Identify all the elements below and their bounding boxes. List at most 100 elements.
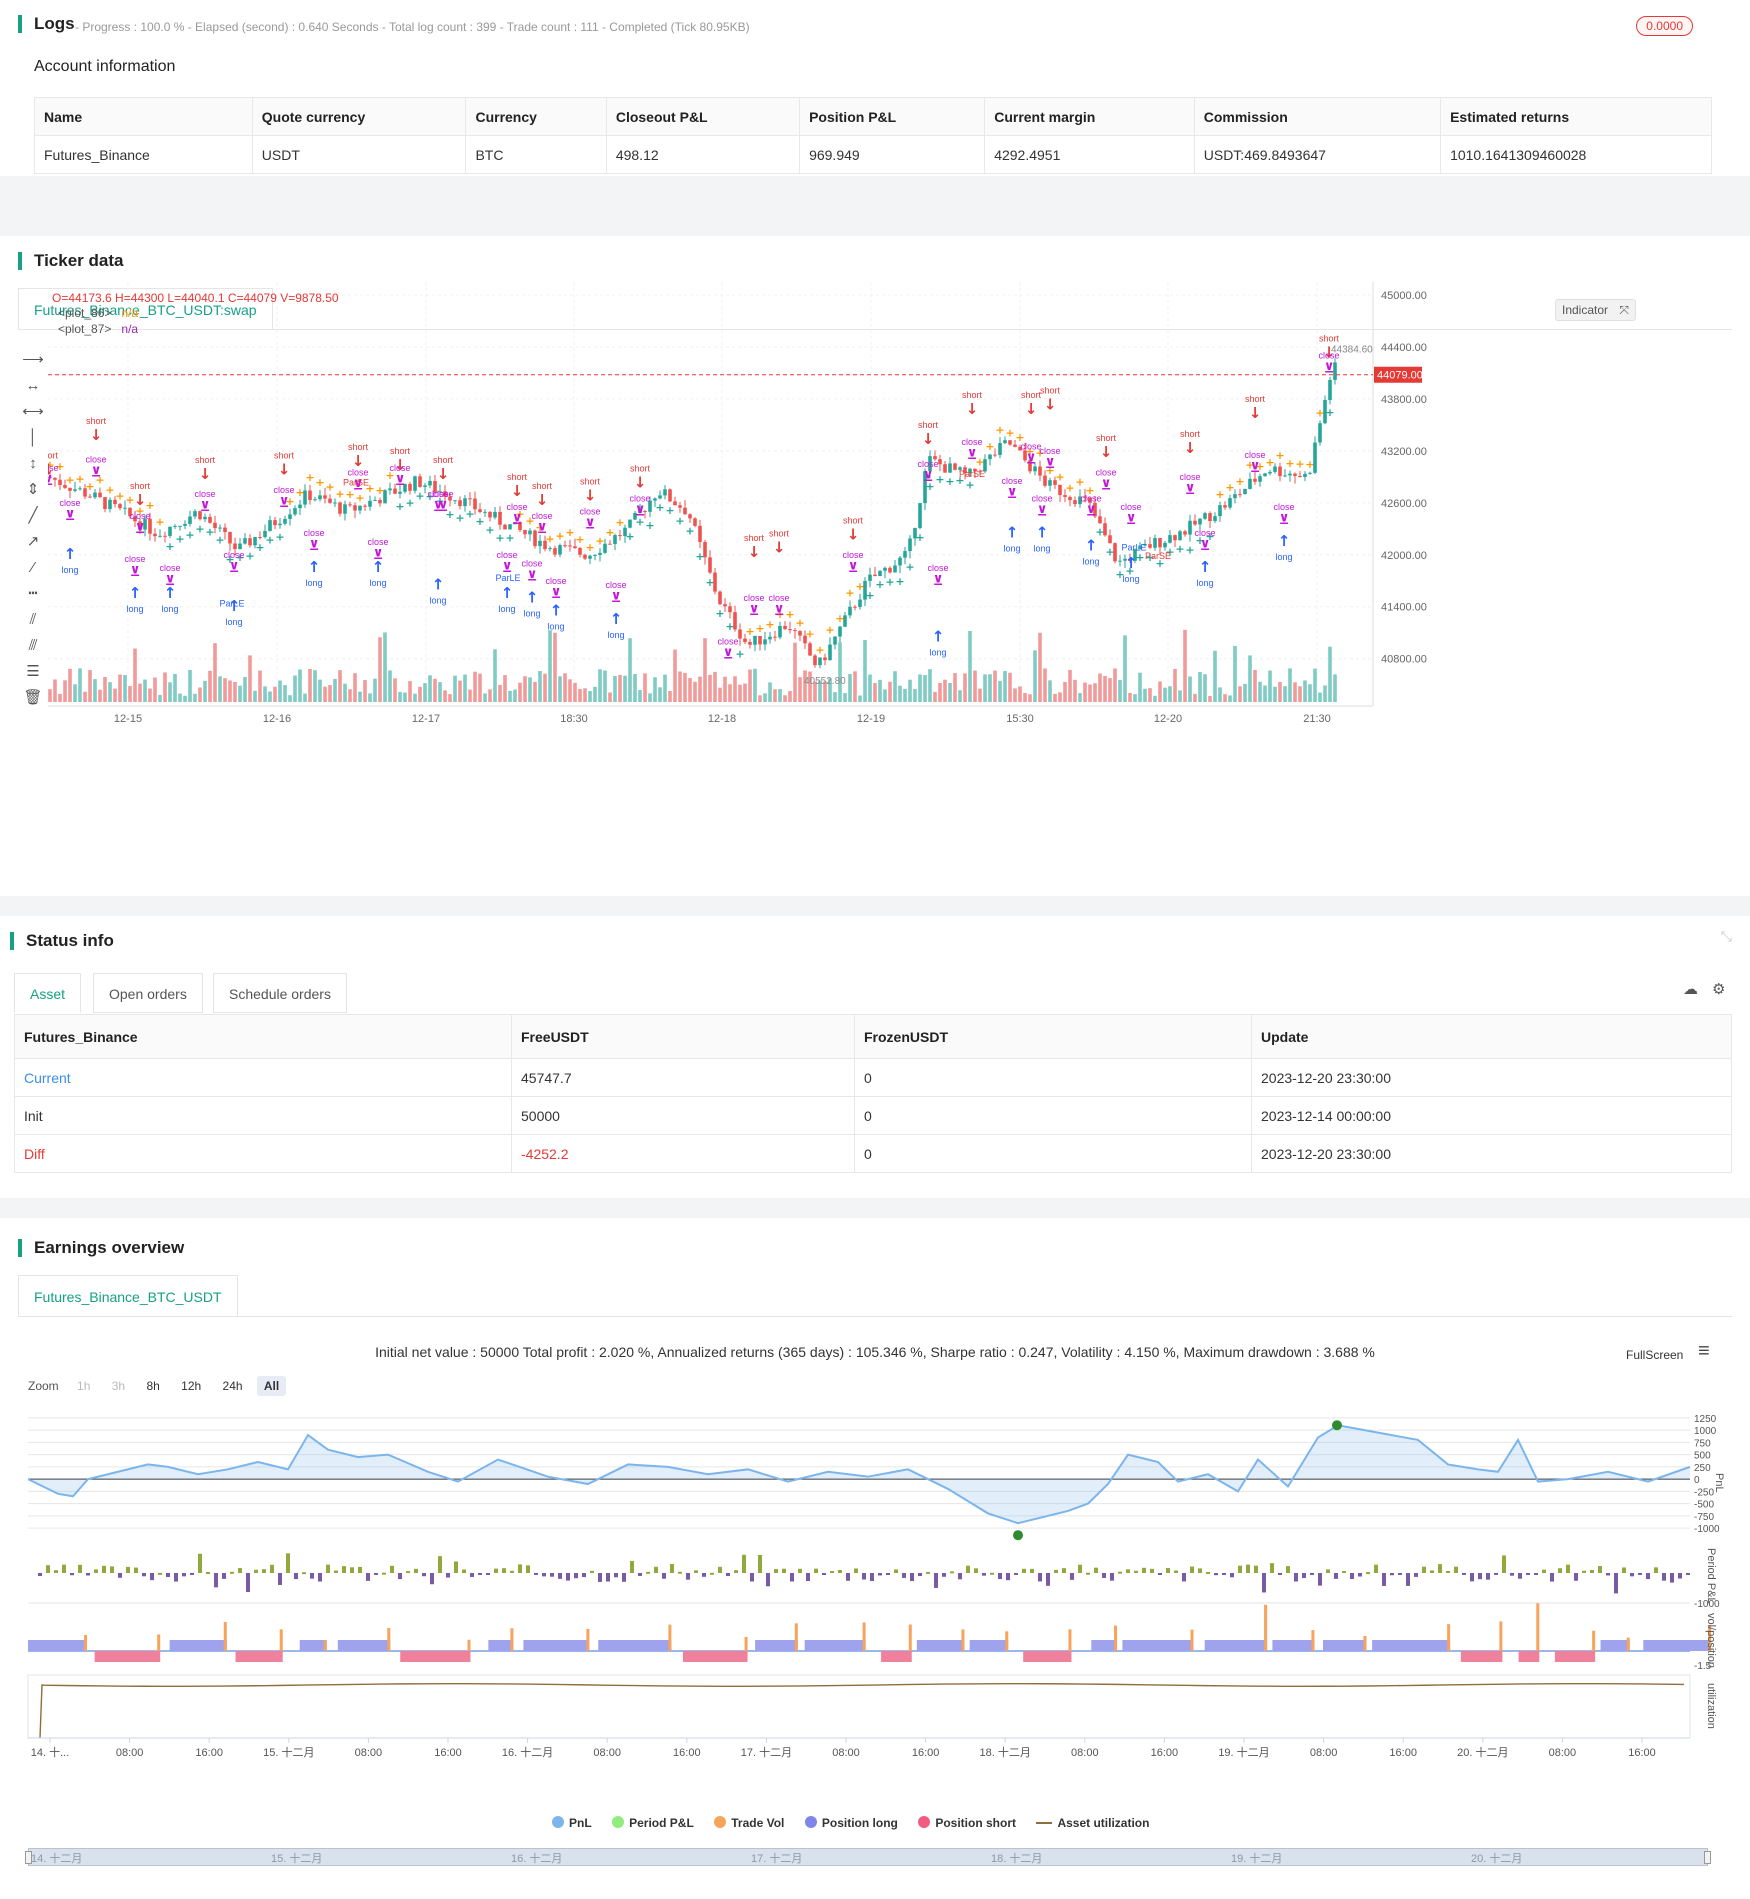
horizontal-ray-icon[interactable]: ⟶ [22,348,44,370]
settings-gear-icon[interactable]: ⚙ [1712,980,1725,998]
volume-bar [983,674,987,702]
long-arrow-icon: ↑ [932,627,945,645]
candle-body [573,546,577,548]
collapse-icon[interactable]: ⤡ [1721,928,1732,945]
sar-marker: + [995,423,1004,436]
candle-body [1313,442,1317,473]
legend-trade-vol[interactable]: Trade Vol [714,1816,784,1830]
zoom-1h-button[interactable]: 1h [70,1376,97,1396]
pnl-tick-label: 500 [1694,1451,1711,1462]
navigator-right-handle[interactable] [1704,1851,1711,1864]
candle-body [1253,478,1257,482]
volume-bar [383,632,387,702]
period-pnl-bar [582,1573,586,1578]
price-tick-label: 45000.00 [1381,290,1427,302]
period-pnl-bar [230,1571,234,1574]
volume-bar [878,679,882,702]
indicator-button[interactable]: Indicator ⤧ [1555,299,1636,321]
tab-asset[interactable]: Asset [14,973,82,1013]
volume-bar [468,689,472,702]
time-tick-label: 16:00 [673,1747,701,1759]
zoom-all-button[interactable]: All [256,1376,287,1396]
parse-signal-label: ParSE [1145,551,1171,561]
legend-position-short[interactable]: Position short [918,1816,1016,1830]
tab-earnings-symbol[interactable]: Futures_Binance_BTC_USDT [18,1275,238,1317]
vertical-ray-icon[interactable]: ↕ [22,452,44,474]
candlestick-chart[interactable]: 45000.00 44400.00 43800.00 43200.00 42600.00… [48,282,1738,752]
vertical-segment-icon[interactable]: ⇕ [22,478,44,500]
period-pnl-bar [1510,1573,1514,1576]
parallel-channel-icon[interactable]: ⫽ [22,608,44,630]
candle-body [723,604,727,607]
trade-vol-bar [961,1629,965,1651]
period-pnl-bar [494,1568,498,1573]
menu-icon[interactable]: ≡ [1698,1340,1710,1363]
short-arrow-icon: ↓ [511,482,524,500]
cloud-download-icon[interactable]: ☁ [1683,980,1698,998]
volume-bar [508,690,512,702]
zoom-3h-button[interactable]: 3h [105,1376,132,1396]
legend-pnl[interactable]: PnL [552,1816,592,1830]
period-pnl-bar [1086,1572,1090,1575]
period-pnl-bar [326,1564,330,1573]
candle-body [1158,538,1162,548]
sar-marker: + [105,483,114,496]
long-signal-label: long [1082,556,1099,566]
horizontal-line-icon[interactable]: ↔ [22,374,44,396]
trade-vol-bar [1068,1629,1072,1651]
volume-bar [843,693,847,702]
zoom-12h-button[interactable]: 12h [174,1376,208,1396]
asset-header: FreeUSDT [511,1014,855,1059]
volume-bar [908,679,912,702]
candle-body [453,500,457,502]
zoom-bar: Zoom 1h 3h 8h 12h 24h All [28,1376,290,1396]
ray-line-icon[interactable]: ↗ [22,530,44,552]
period-pnl-bar [374,1573,378,1575]
candle-body [1283,475,1287,477]
expand-icon[interactable]: ⤧ [1619,303,1629,317]
fib-levels-icon[interactable]: ☰ [22,660,44,682]
period-pnl-bar [406,1571,410,1574]
trend-line-icon[interactable]: ╱ [22,504,44,526]
tab-schedule-orders[interactable]: Schedule orders [213,973,347,1013]
volume-bar [798,677,802,702]
legend-period-pnl[interactable]: Period P&L [612,1816,694,1830]
period-pnl-bar [1198,1568,1202,1573]
price-line-icon[interactable]: ┅ [22,582,44,604]
long-arrow-icon: ↑ [432,575,445,593]
volume-bar [1098,673,1102,702]
logs-badge[interactable]: 0.0000 [1636,16,1693,36]
sar-marker: + [1075,475,1084,488]
vertical-line-icon[interactable]: │ [22,426,44,448]
short-signal-label: short [507,472,528,482]
fullscreen-button[interactable]: FullScreen [1626,1348,1683,1362]
zoom-8h-button[interactable]: 8h [139,1376,166,1396]
earnings-chart[interactable]: 125010007505002500-250-500-750-1000PnL-1… [0,1403,1750,1863]
volume-bar [478,673,482,702]
zoom-24h-button[interactable]: 24h [216,1376,250,1396]
extended-line-icon[interactable]: ⟷ [22,400,44,422]
candle-body [838,626,842,637]
period-pnl-bar [662,1573,666,1579]
volume-bar [193,693,197,702]
time-tick-label: 08:00 [593,1747,621,1759]
short-signal-label: short [130,481,151,491]
period-pnl-bar [630,1560,634,1573]
time-tick-label: 16:00 [434,1747,462,1759]
volume-bar [838,642,842,702]
legend-asset-utilization[interactable]: Asset utilization [1036,1816,1149,1830]
volume-bar [98,689,102,702]
asset-frozen: 0 [854,1134,1252,1173]
segment-icon[interactable]: ⁄ [22,556,44,578]
delete-icon[interactable]: 🗑 [22,686,44,708]
candle-body [713,572,717,592]
close-signal-label: close [1031,493,1052,503]
period-pnl-bar [1046,1573,1050,1586]
legend-position-long[interactable]: Position long [804,1816,898,1830]
navigator-bar[interactable]: 14. 十二月 15. 十二月 16. 十二月 17. 十二月 18. 十二月 19. 十… [25,1848,1711,1866]
candle-body [1038,466,1042,476]
fib-icon[interactable]: ⫻ [22,634,44,656]
volume-bar [1253,669,1257,702]
tab-open-orders[interactable]: Open orders [93,973,203,1013]
volume-bar [1003,670,1007,702]
